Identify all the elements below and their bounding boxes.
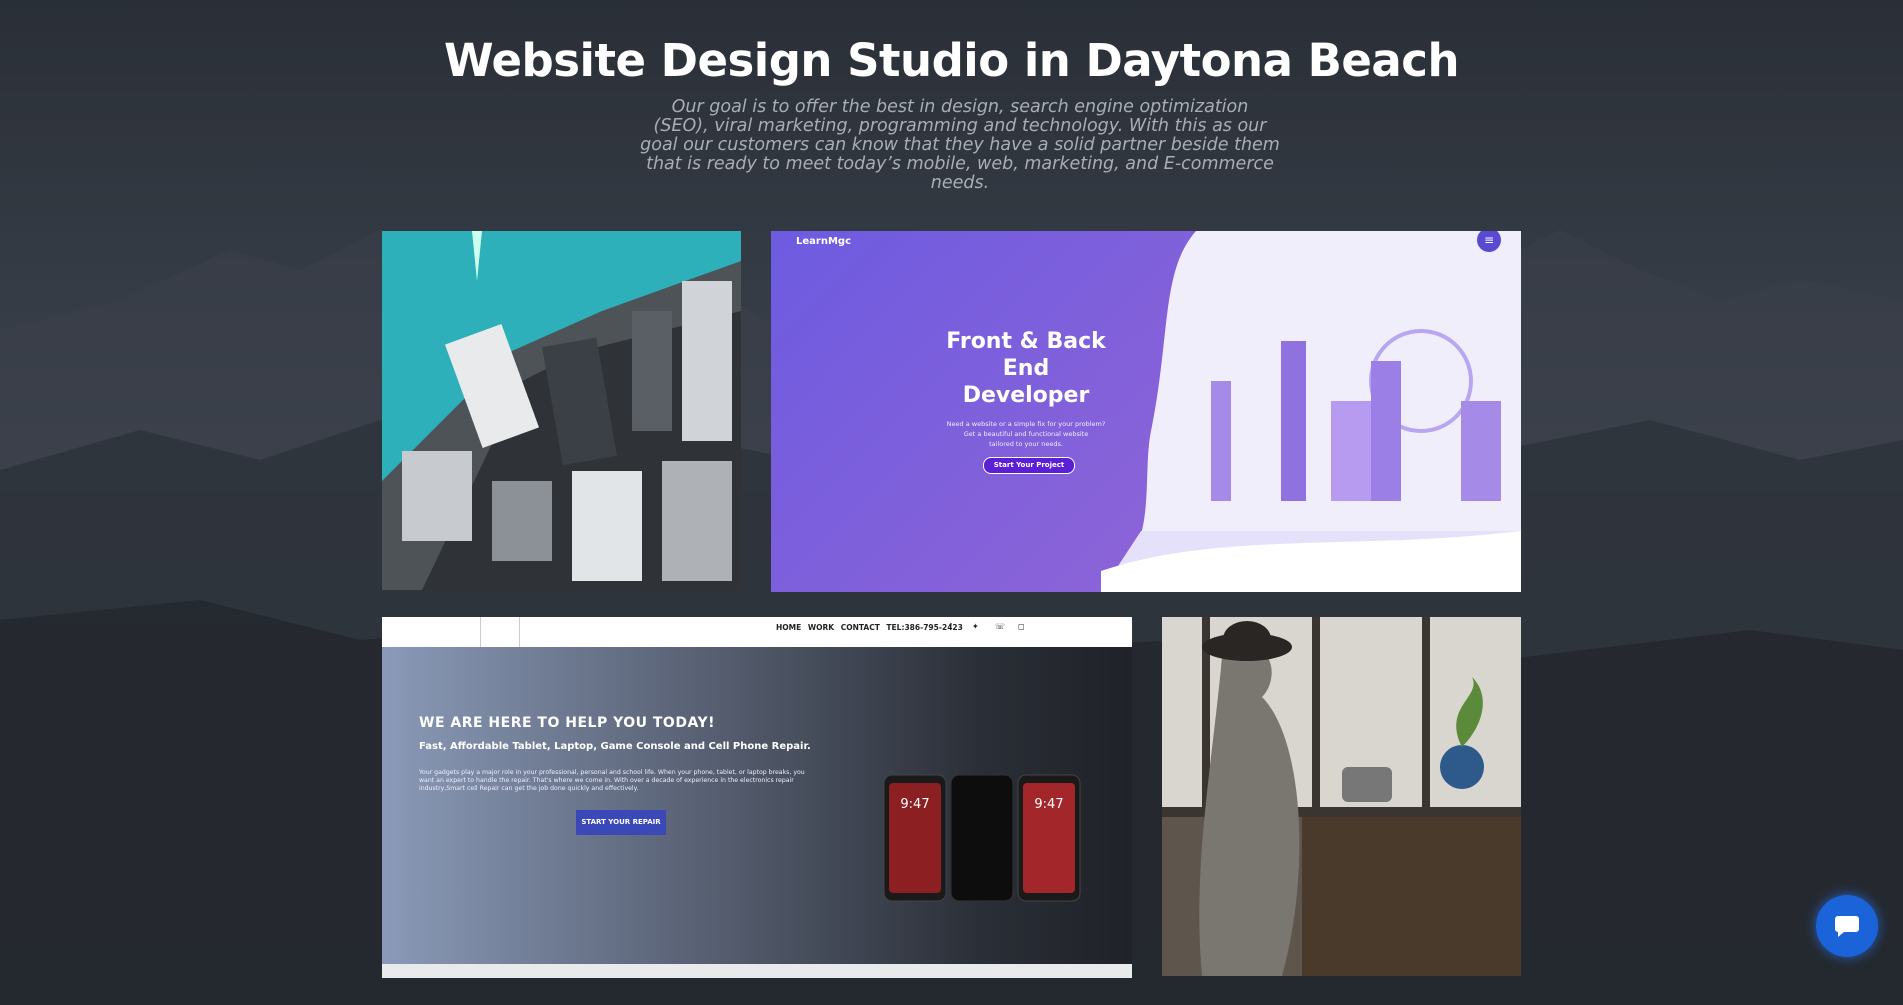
- repair-navbar: HOME WORK CONTACT TEL:386-795-2423 f ✦ ☏…: [382, 617, 1132, 647]
- intro-line: (SEO), viral marketing, programming and …: [653, 116, 1267, 136]
- twitter-icon[interactable]: ✦: [972, 622, 979, 631]
- chat-button[interactable]: [1816, 895, 1878, 957]
- repair-footer-strip: [382, 964, 1132, 978]
- woman-window-image: [1162, 617, 1521, 976]
- start-repair-button[interactable]: START YOUR REPAIR: [576, 810, 666, 835]
- repair-logo-slot: [480, 617, 520, 647]
- learnmagic-heading: Front & Back End Developer: [931, 328, 1121, 409]
- phone-time: 9:47: [1034, 797, 1063, 812]
- chat-bubble-icon: [1835, 916, 1859, 937]
- repair-paragraph: Your gadgets play a major role in your p…: [419, 769, 805, 792]
- page-title: Website Design Studio in Daytona Beach: [443, 34, 1460, 88]
- intro-text: Our goal is to offer the best in design,…: [620, 98, 1300, 193]
- repair-subheading: Fast, Affordable Tablet, Laptop, Game Co…: [419, 741, 811, 752]
- portfolio-tile-city-aerial[interactable]: [382, 231, 741, 590]
- learnmagic-subtext: Need a website or a simple fix for your …: [946, 419, 1106, 449]
- instagram-icon[interactable]: ◻: [1018, 622, 1025, 631]
- subtext-line: tailored to your needs.: [989, 440, 1063, 448]
- phone-icon[interactable]: ☏: [995, 622, 1005, 631]
- start-project-button[interactable]: Start Your Project: [983, 457, 1075, 474]
- portfolio-tile-woman-window[interactable]: [1162, 617, 1521, 976]
- intro-line: goal our customers can know that they ha…: [640, 135, 1280, 155]
- repair-heading: WE ARE HERE TO HELP YOU TODAY!: [419, 715, 715, 731]
- subtext-line: Need a website or a simple fix for your …: [946, 420, 1106, 428]
- portfolio-tile-cell-repair[interactable]: HOME WORK CONTACT TEL:386-795-2423 f ✦ ☏…: [382, 617, 1132, 978]
- heading-line: End: [1002, 356, 1050, 381]
- subtext-line: Get a beautiful and functional website: [963, 430, 1089, 438]
- facebook-icon[interactable]: f: [949, 622, 952, 631]
- city-aerial-image: [382, 231, 741, 590]
- learnmagic-illustration: [1101, 231, 1521, 592]
- learnmagic-logo: LearnMgc: [796, 236, 851, 247]
- portfolio-tile-learnmagic[interactable]: LearnMgc ≡ Front & Back End Developer Ne…: [771, 231, 1521, 592]
- intro-line: Our goal is to offer the best in design,…: [671, 97, 1249, 117]
- phone-time: 9:47: [900, 797, 929, 812]
- heading-line: Front & Back: [946, 329, 1106, 354]
- repair-hero: WE ARE HERE TO HELP YOU TODAY! Fast, Aff…: [382, 647, 1132, 964]
- heading-line: Developer: [962, 383, 1090, 408]
- repair-nav-links[interactable]: HOME WORK CONTACT TEL:386-795-2423: [776, 623, 963, 632]
- phones-image: 9:47 9:47: [883, 774, 1081, 902]
- intro-line: that is ready to meet today’s mobile, we…: [646, 154, 1274, 193]
